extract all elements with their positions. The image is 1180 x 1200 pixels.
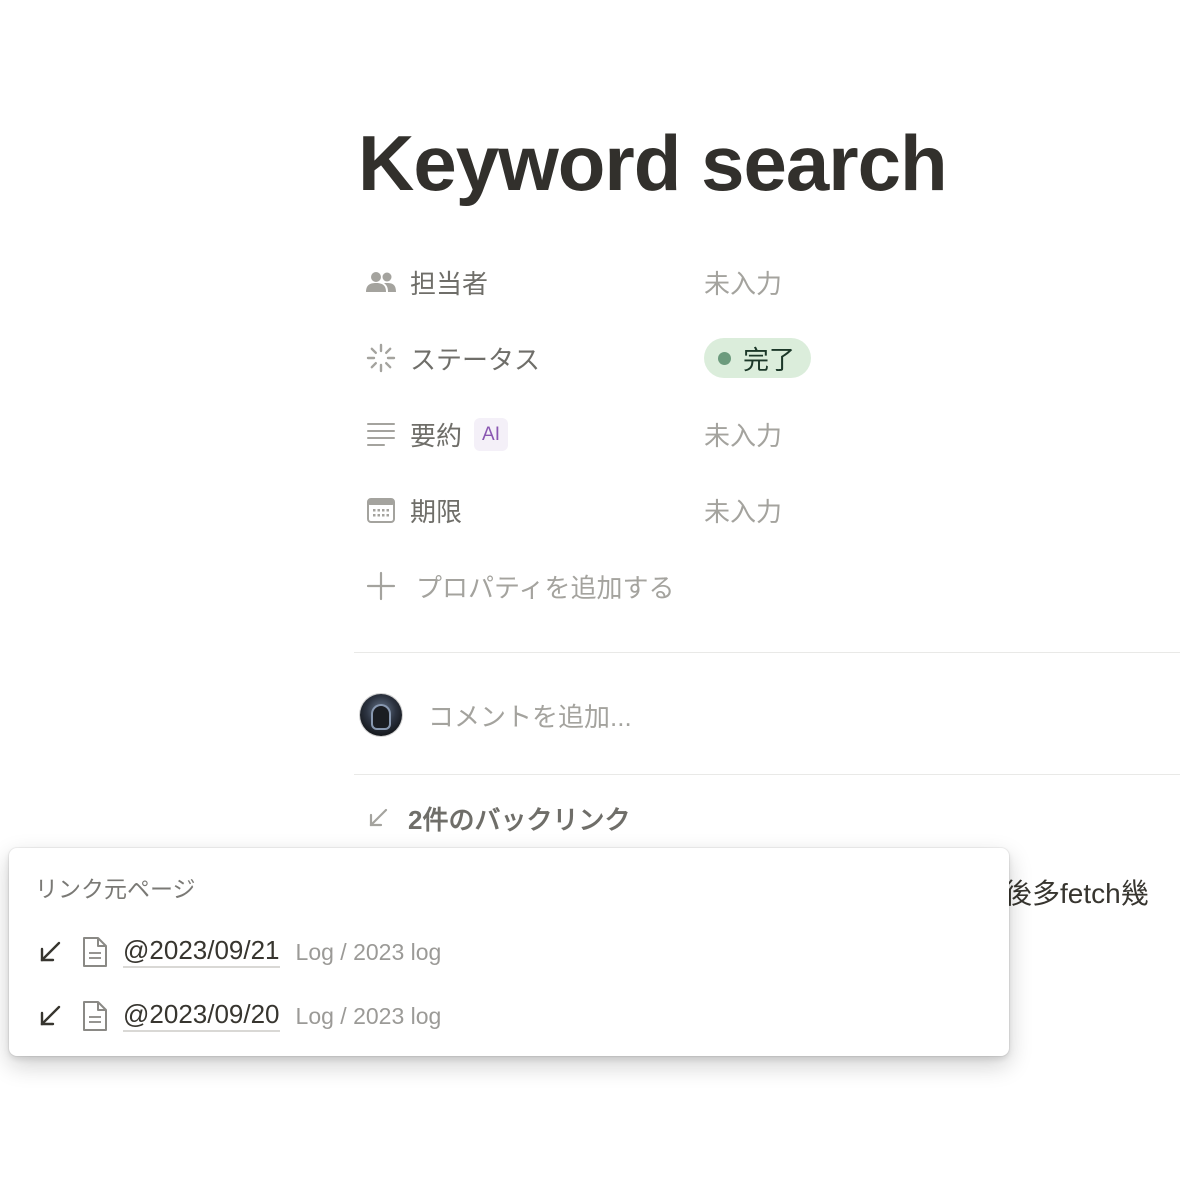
arrow-down-left-icon	[366, 806, 390, 830]
property-key-label: 担当者	[410, 268, 489, 299]
property-value-empty[interactable]: 未入力	[704, 492, 782, 529]
backlink-title[interactable]: @2023/09/20	[123, 1000, 280, 1032]
status-label: 完了	[743, 344, 796, 375]
popup-header: リンク元ページ	[35, 876, 196, 902]
property-key[interactable]: 期限	[358, 492, 704, 529]
property-row-assignee[interactable]: 担当者 未入力	[358, 258, 1118, 306]
add-property-label: プロパティを追加する	[416, 572, 675, 603]
divider	[354, 652, 1180, 653]
property-value-empty[interactable]: 未入力	[704, 416, 782, 453]
ai-badge: AI	[474, 417, 508, 451]
page-body-text: 後多fetch幾	[1004, 878, 1149, 909]
property-key[interactable]: 担当者	[358, 264, 704, 301]
backlinks-popup: リンク元ページ @2023/09/21 Log / 2023 log @2023…	[9, 848, 1009, 1056]
property-key-label: 要約	[410, 420, 463, 451]
people-icon	[364, 265, 398, 299]
status-dot	[718, 351, 731, 365]
avatar	[360, 694, 402, 736]
backlinks-toggle[interactable]: 2件のバックリンク	[366, 798, 630, 838]
page-title[interactable]: Keyword search	[358, 118, 948, 209]
property-row-summary[interactable]: 要約 AI 未入力	[358, 410, 1118, 458]
status-icon	[364, 341, 398, 375]
comment-input[interactable]: コメントを追加...	[428, 697, 632, 734]
property-key[interactable]: ステータス	[358, 340, 704, 377]
comment-row[interactable]: コメントを追加...	[360, 690, 632, 740]
divider	[354, 774, 1180, 775]
property-row-status[interactable]: ステータス 完了	[358, 334, 1118, 382]
property-key-label: 期限	[410, 496, 463, 527]
status-badge[interactable]: 完了	[704, 338, 812, 378]
page-icon	[81, 935, 111, 969]
backlink-path: Log / 2023 log	[295, 1002, 442, 1029]
property-key-label: ステータス	[410, 344, 541, 375]
backlink-path: Log / 2023 log	[295, 938, 442, 965]
backlink-title[interactable]: @2023/09/21	[123, 936, 280, 968]
property-row-due-date[interactable]: 期限 未入力	[358, 486, 1118, 534]
property-key[interactable]: 要約 AI	[358, 416, 704, 453]
arrow-down-left-icon	[37, 1003, 67, 1029]
page-icon	[81, 999, 111, 1033]
calendar-icon	[364, 493, 398, 527]
property-value-empty[interactable]: 未入力	[704, 264, 782, 301]
add-property-button[interactable]: プロパティを追加する	[358, 562, 674, 610]
backlink-item[interactable]: @2023/09/21 Log / 2023 log	[37, 930, 441, 974]
text-lines-icon	[364, 417, 398, 451]
plus-icon	[364, 569, 398, 603]
page: Keyword search 担当者 未入力 ステータス 完了 要約 AI 未入…	[0, 0, 1180, 1200]
arrow-down-left-icon	[37, 939, 67, 965]
backlink-item[interactable]: @2023/09/20 Log / 2023 log	[37, 994, 441, 1038]
backlinks-label: 2件のバックリンク	[408, 804, 631, 835]
